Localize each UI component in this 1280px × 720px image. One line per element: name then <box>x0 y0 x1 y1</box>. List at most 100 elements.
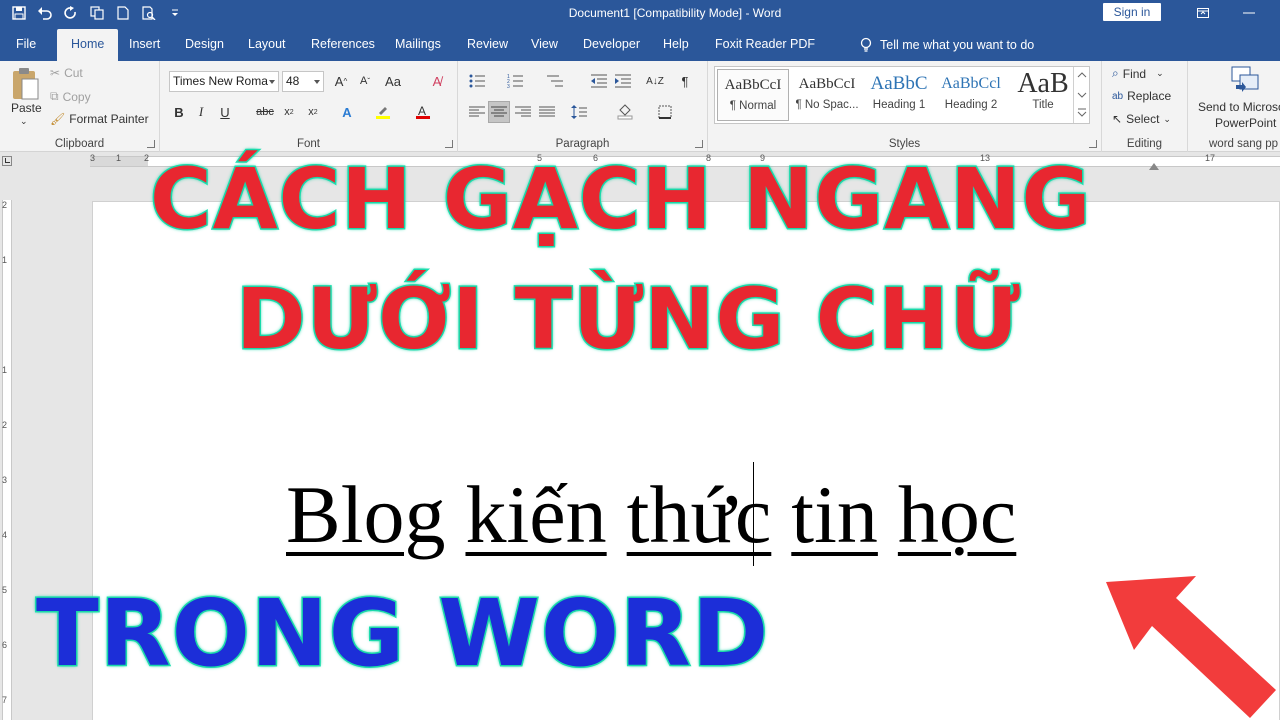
send-to-powerpoint-button[interactable]: Send to Microso <box>1198 100 1280 114</box>
ruler-number: 3 <box>2 475 8 485</box>
chevron-down-icon: ⌄ <box>1156 68 1164 78</box>
chevron-down-icon <box>269 80 275 84</box>
ruler-number: 1 <box>116 153 122 163</box>
style-name: ¶ Normal <box>729 100 777 112</box>
clipboard-launcher-icon[interactable] <box>147 140 155 148</box>
format-painter-label: Format Painter <box>69 112 149 126</box>
style-title[interactable]: AaB Title <box>1007 69 1079 121</box>
paste-dropdown-icon[interactable]: ⌄ <box>20 116 28 127</box>
tell-me-box[interactable]: Tell me what you want to do <box>860 37 1034 53</box>
style-sample: AaBbC <box>870 73 928 94</box>
multilevel-list-icon[interactable] <box>544 70 566 92</box>
shrink-font-icon[interactable]: Aˇ <box>354 70 376 92</box>
document-word: thức <box>626 469 772 560</box>
lightbulb-icon <box>860 37 872 52</box>
word-window: Document1 [Compatibility Mode] - Word Si… <box>0 0 1280 720</box>
font-label: Font <box>296 138 320 150</box>
clear-formatting-icon[interactable]: A̸ <box>426 70 448 92</box>
style-normal[interactable]: AaBbCcI ¶ Normal <box>717 69 789 121</box>
replace-button[interactable]: ab Replace <box>1112 89 1171 103</box>
paragraph-label: Paragraph <box>555 138 610 150</box>
styles-launcher-icon[interactable] <box>1089 140 1097 148</box>
cut-button[interactable]: ✂ Cut <box>50 66 83 80</box>
sign-in-button[interactable]: Sign in <box>1103 3 1161 21</box>
select-label: Select <box>1126 112 1160 126</box>
align-right-icon[interactable] <box>512 101 534 123</box>
style-sample: AaB <box>1017 69 1069 99</box>
tab-review[interactable]: Review <box>467 37 508 51</box>
change-case-icon[interactable]: Aa <box>382 70 404 92</box>
bullets-icon[interactable] <box>466 70 488 92</box>
tab-foxit-reader-pdf[interactable]: Foxit Reader PDF <box>715 37 815 51</box>
style-heading-2[interactable]: AaBbCcl Heading 2 <box>935 69 1007 121</box>
right-indent-marker[interactable] <box>1149 163 1159 170</box>
find-button[interactable]: ⌕ Find ⌄ <box>1112 66 1164 81</box>
editing-label: Editing <box>1126 138 1163 150</box>
tab-selector-icon[interactable] <box>2 156 12 166</box>
find-icon: ⌕ <box>1112 66 1119 80</box>
font-color-icon[interactable]: A <box>412 101 434 123</box>
tab-developer[interactable]: Developer <box>583 37 640 51</box>
ruler-number: 2 <box>2 420 8 430</box>
document-text[interactable]: Blog kiến thức tin học <box>286 468 1016 562</box>
font-size-combo[interactable]: 48 <box>282 71 324 92</box>
paragraph-launcher-icon[interactable] <box>695 140 703 148</box>
format-painter-button[interactable]: 🖌 Format Painter <box>50 112 149 126</box>
find-label: Find <box>1122 66 1147 81</box>
line-spacing-icon[interactable] <box>568 101 590 123</box>
select-button[interactable]: ↖ Select ⌄ <box>1112 112 1171 126</box>
tab-file[interactable]: File <box>16 37 36 51</box>
tab-help[interactable]: Help <box>663 37 689 51</box>
tell-me-text: Tell me what you want to do <box>880 38 1035 52</box>
borders-icon[interactable] <box>654 101 676 123</box>
font-name-combo[interactable]: Times New Roma <box>169 71 279 92</box>
highlight-icon[interactable] <box>372 101 394 123</box>
ruler-number: 17 <box>1205 153 1216 163</box>
tab-insert[interactable]: Insert <box>129 37 160 51</box>
strikethrough-icon[interactable]: abc <box>254 101 276 123</box>
bold-icon[interactable]: B <box>168 101 190 123</box>
tab-home[interactable]: Home <box>57 29 119 61</box>
overlay-title-line-2: DƯỚI TỪNG CHỮ <box>235 269 1022 370</box>
show-formatting-icon[interactable]: ¶ <box>674 70 696 92</box>
increase-indent-icon[interactable] <box>612 70 634 92</box>
numbering-icon[interactable]: 123 <box>504 70 526 92</box>
font-launcher-icon[interactable] <box>445 140 453 148</box>
decrease-indent-icon[interactable] <box>588 70 610 92</box>
copy-button[interactable]: ⧉ Copy <box>50 89 91 104</box>
ribbon-display-icon[interactable] <box>1180 4 1226 22</box>
styles-scrollbar[interactable] <box>1073 67 1089 123</box>
chevron-down-icon <box>314 80 320 84</box>
overlay-title-line-1: CÁCH GẠCH NGANG <box>149 149 1093 250</box>
align-center-icon[interactable] <box>488 101 510 123</box>
ruler-number: 5 <box>2 585 8 595</box>
paste-icon[interactable] <box>10 67 40 101</box>
copy-icon: ⧉ <box>50 89 59 103</box>
sort-icon[interactable]: A↓Z <box>644 70 666 92</box>
shading-icon[interactable] <box>614 101 636 123</box>
paste-button[interactable]: Paste <box>11 101 42 115</box>
style-no-spacing[interactable]: AaBbCcI ¶ No Spac... <box>791 69 863 121</box>
underline-icon[interactable]: U <box>214 101 236 123</box>
style-heading-1[interactable]: AaBbC Heading 1 <box>863 69 935 121</box>
subscript-icon[interactable]: x2 <box>278 101 300 123</box>
tab-mailings[interactable]: Mailings <box>395 37 441 51</box>
justify-icon[interactable] <box>536 101 558 123</box>
tab-references[interactable]: References <box>311 37 375 51</box>
style-name: ¶ No Spac... <box>795 99 859 111</box>
grow-font-icon[interactable]: A ^ <box>330 70 352 92</box>
vertical-ruler: 2 1 1 2 3 4 5 6 7 <box>0 170 14 720</box>
tab-layout[interactable]: Layout <box>248 37 286 51</box>
minimize-icon[interactable] <box>1226 4 1272 22</box>
powerpoint-icon[interactable] <box>1230 65 1260 96</box>
text-effects-icon[interactable]: A <box>336 101 358 123</box>
align-left-icon[interactable] <box>466 101 488 123</box>
style-sample: AaBbCcl <box>941 75 1001 92</box>
italic-icon[interactable]: I <box>190 101 212 123</box>
svg-text:A: A <box>418 104 426 118</box>
window-controls <box>1180 4 1272 22</box>
ruler-number: 2 <box>144 153 150 163</box>
tab-view[interactable]: View <box>531 37 558 51</box>
superscript-icon[interactable]: x2 <box>302 101 324 123</box>
tab-design[interactable]: Design <box>185 37 224 51</box>
